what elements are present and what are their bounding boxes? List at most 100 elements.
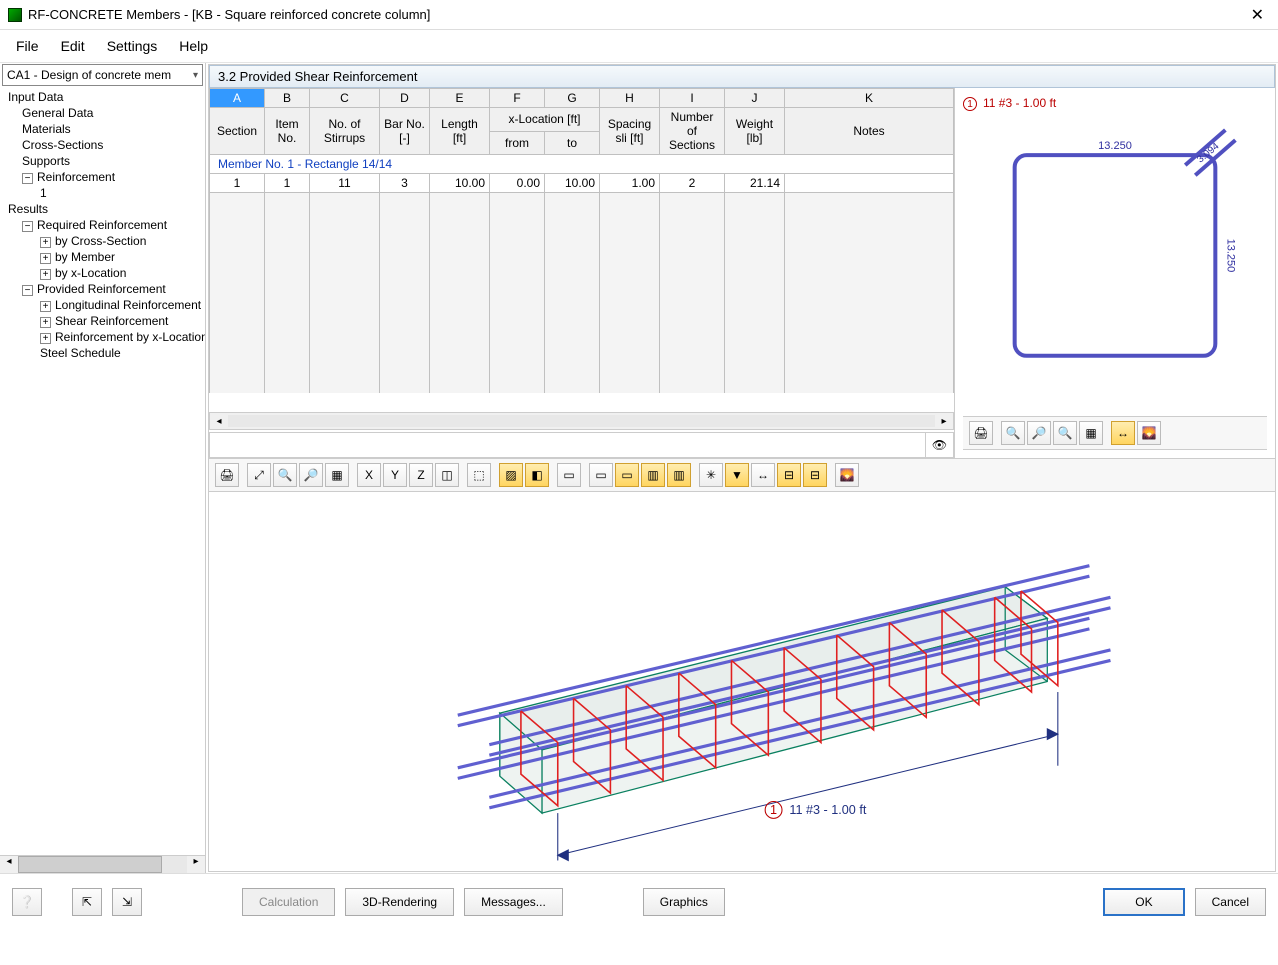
col-J[interactable]: J <box>725 89 785 108</box>
help-button[interactable]: ❔ <box>12 888 42 916</box>
expand-icon[interactable]: + <box>40 333 51 344</box>
dimension-icon[interactable]: ↔ <box>751 463 775 487</box>
ok-button[interactable]: OK <box>1103 888 1184 916</box>
render-style-icon[interactable]: 🌄 <box>835 463 859 487</box>
col-I[interactable]: I <box>660 89 725 108</box>
collapse-icon[interactable]: − <box>22 173 33 184</box>
expand-icon[interactable]: + <box>40 253 51 264</box>
zoom-in-icon[interactable]: 🔎 <box>1027 421 1051 445</box>
cell-item-no[interactable]: 1 <box>265 174 310 193</box>
sidebar-scrollbar[interactable]: ◂ ▸ <box>0 855 205 873</box>
collapse-icon[interactable]: − <box>22 221 33 232</box>
section-2-icon[interactable]: ▭ <box>615 463 639 487</box>
zoom-in-icon[interactable]: 🔍 <box>273 463 297 487</box>
tree-longitudinal-reinforcement[interactable]: +Longitudinal Reinforcement <box>0 297 205 313</box>
close-icon[interactable]: ✕ <box>1245 5 1270 25</box>
col-H[interactable]: H <box>600 89 660 108</box>
menu-file[interactable]: File <box>6 34 49 58</box>
scroll-right-icon[interactable]: ▸ <box>187 856 205 873</box>
export-button[interactable]: ⇲ <box>112 888 142 916</box>
scroll-left-icon[interactable]: ◂ <box>0 856 18 873</box>
grid-icon[interactable]: ▦ <box>325 463 349 487</box>
view-x-icon[interactable]: X <box>357 463 381 487</box>
col-K[interactable]: K <box>785 89 954 108</box>
cell-spacing[interactable]: 1.00 <box>600 174 660 193</box>
collapse-icon[interactable]: − <box>22 285 33 296</box>
view-mode-icon[interactable]: ⬚ <box>467 463 491 487</box>
tree-steel-schedule[interactable]: Steel Schedule <box>0 345 205 361</box>
tree-by-member[interactable]: +by Member <box>0 249 205 265</box>
col-F[interactable]: F <box>490 89 545 108</box>
cell-num-sections[interactable]: 2 <box>660 174 725 193</box>
label-2-icon[interactable]: ⊟ <box>803 463 827 487</box>
view-z-icon[interactable]: Z <box>409 463 433 487</box>
group-row[interactable]: Member No. 1 - Rectangle 14/14 <box>210 155 954 174</box>
col-D[interactable]: D <box>380 89 430 108</box>
results-table[interactable]: A B C D E F G H I J K <box>209 88 954 393</box>
dimensions-toggle-icon[interactable]: ↔ <box>1111 421 1135 445</box>
graphics-button[interactable]: Graphics <box>643 888 725 916</box>
view-toggle-button[interactable]: 👁 <box>925 433 953 457</box>
layer-icon[interactable]: ▭ <box>557 463 581 487</box>
tree-required-reinforcement[interactable]: −Required Reinforcement <box>0 217 205 233</box>
tree-by-x-location[interactable]: +by x-Location <box>0 265 205 281</box>
table-scrollbar[interactable]: ◂ ▸ <box>209 412 954 430</box>
scroll-right-icon[interactable]: ▸ <box>935 416 953 427</box>
col-B[interactable]: B <box>265 89 310 108</box>
zoom-extents-icon[interactable]: 🔍 <box>1001 421 1025 445</box>
tree-general-data[interactable]: General Data <box>0 105 205 121</box>
tree-by-cross-section[interactable]: +by Cross-Section <box>0 233 205 249</box>
calculation-button[interactable]: Calculation <box>242 888 335 916</box>
tree-input-data[interactable]: Input Data <box>0 89 205 105</box>
expand-icon[interactable]: + <box>40 269 51 280</box>
cell-length[interactable]: 10.00 <box>430 174 490 193</box>
cancel-button[interactable]: Cancel <box>1195 888 1266 916</box>
cell-to[interactable]: 10.00 <box>545 174 600 193</box>
zoom-out-icon[interactable]: 🔎 <box>299 463 323 487</box>
col-A[interactable]: A <box>210 89 265 108</box>
menu-help[interactable]: Help <box>169 34 218 58</box>
tree-provided-reinforcement[interactable]: −Provided Reinforcement <box>0 281 205 297</box>
case-selector[interactable]: CA1 - Design of concrete mem ▾ <box>2 64 203 86</box>
section-4-icon[interactable]: ▥ <box>667 463 691 487</box>
tree-shear-reinforcement[interactable]: +Shear Reinforcement <box>0 313 205 329</box>
menu-settings[interactable]: Settings <box>97 34 168 58</box>
section-1-icon[interactable]: ▭ <box>589 463 613 487</box>
tree-reinforcement-1[interactable]: 1 <box>0 185 205 201</box>
print-icon[interactable]: 🖨 <box>215 463 239 487</box>
render-mode-icon[interactable]: 🌄 <box>1137 421 1161 445</box>
col-E[interactable]: E <box>430 89 490 108</box>
rendering-button[interactable]: 3D-Rendering <box>345 888 454 916</box>
tree-results[interactable]: Results <box>0 201 205 217</box>
toggle-b-icon[interactable]: ◧ <box>525 463 549 487</box>
section-3-icon[interactable]: ▥ <box>641 463 665 487</box>
view-y-icon[interactable]: Y <box>383 463 407 487</box>
axes-icon[interactable]: ✳ <box>699 463 723 487</box>
menu-edit[interactable]: Edit <box>51 34 95 58</box>
expand-icon[interactable]: + <box>40 237 51 248</box>
expand-icon[interactable]: + <box>40 317 51 328</box>
expand-icon[interactable]: + <box>40 301 51 312</box>
tree-cross-sections[interactable]: Cross-Sections <box>0 137 205 153</box>
cell-bar-no[interactable]: 3 <box>380 174 430 193</box>
rendering-viewport[interactable]: 1 11 #3 - 1.00 ft <box>209 492 1275 871</box>
print-icon[interactable]: 🖨 <box>969 421 993 445</box>
label-1-icon[interactable]: ⊟ <box>777 463 801 487</box>
cell-weight[interactable]: 21.14 <box>725 174 785 193</box>
scroll-left-icon[interactable]: ◂ <box>210 416 228 427</box>
messages-button[interactable]: Messages... <box>464 888 563 916</box>
import-button[interactable]: ⇱ <box>72 888 102 916</box>
tree-supports[interactable]: Supports <box>0 153 205 169</box>
zoom-window-icon[interactable]: 🔍 <box>1053 421 1077 445</box>
cell-section[interactable]: 1 <box>210 174 265 193</box>
cell-from[interactable]: 0.00 <box>490 174 545 193</box>
col-C[interactable]: C <box>310 89 380 108</box>
support-icon[interactable]: ▼ <box>725 463 749 487</box>
grid-icon[interactable]: ▦ <box>1079 421 1103 445</box>
tree-materials[interactable]: Materials <box>0 121 205 137</box>
tree-reinforcement[interactable]: −Reinforcement <box>0 169 205 185</box>
view-iso-icon[interactable]: ◫ <box>435 463 459 487</box>
cell-notes[interactable] <box>785 174 954 193</box>
table-row[interactable]: 1 1 11 3 10.00 0.00 10.00 1.00 2 21.14 <box>210 174 954 193</box>
col-G[interactable]: G <box>545 89 600 108</box>
